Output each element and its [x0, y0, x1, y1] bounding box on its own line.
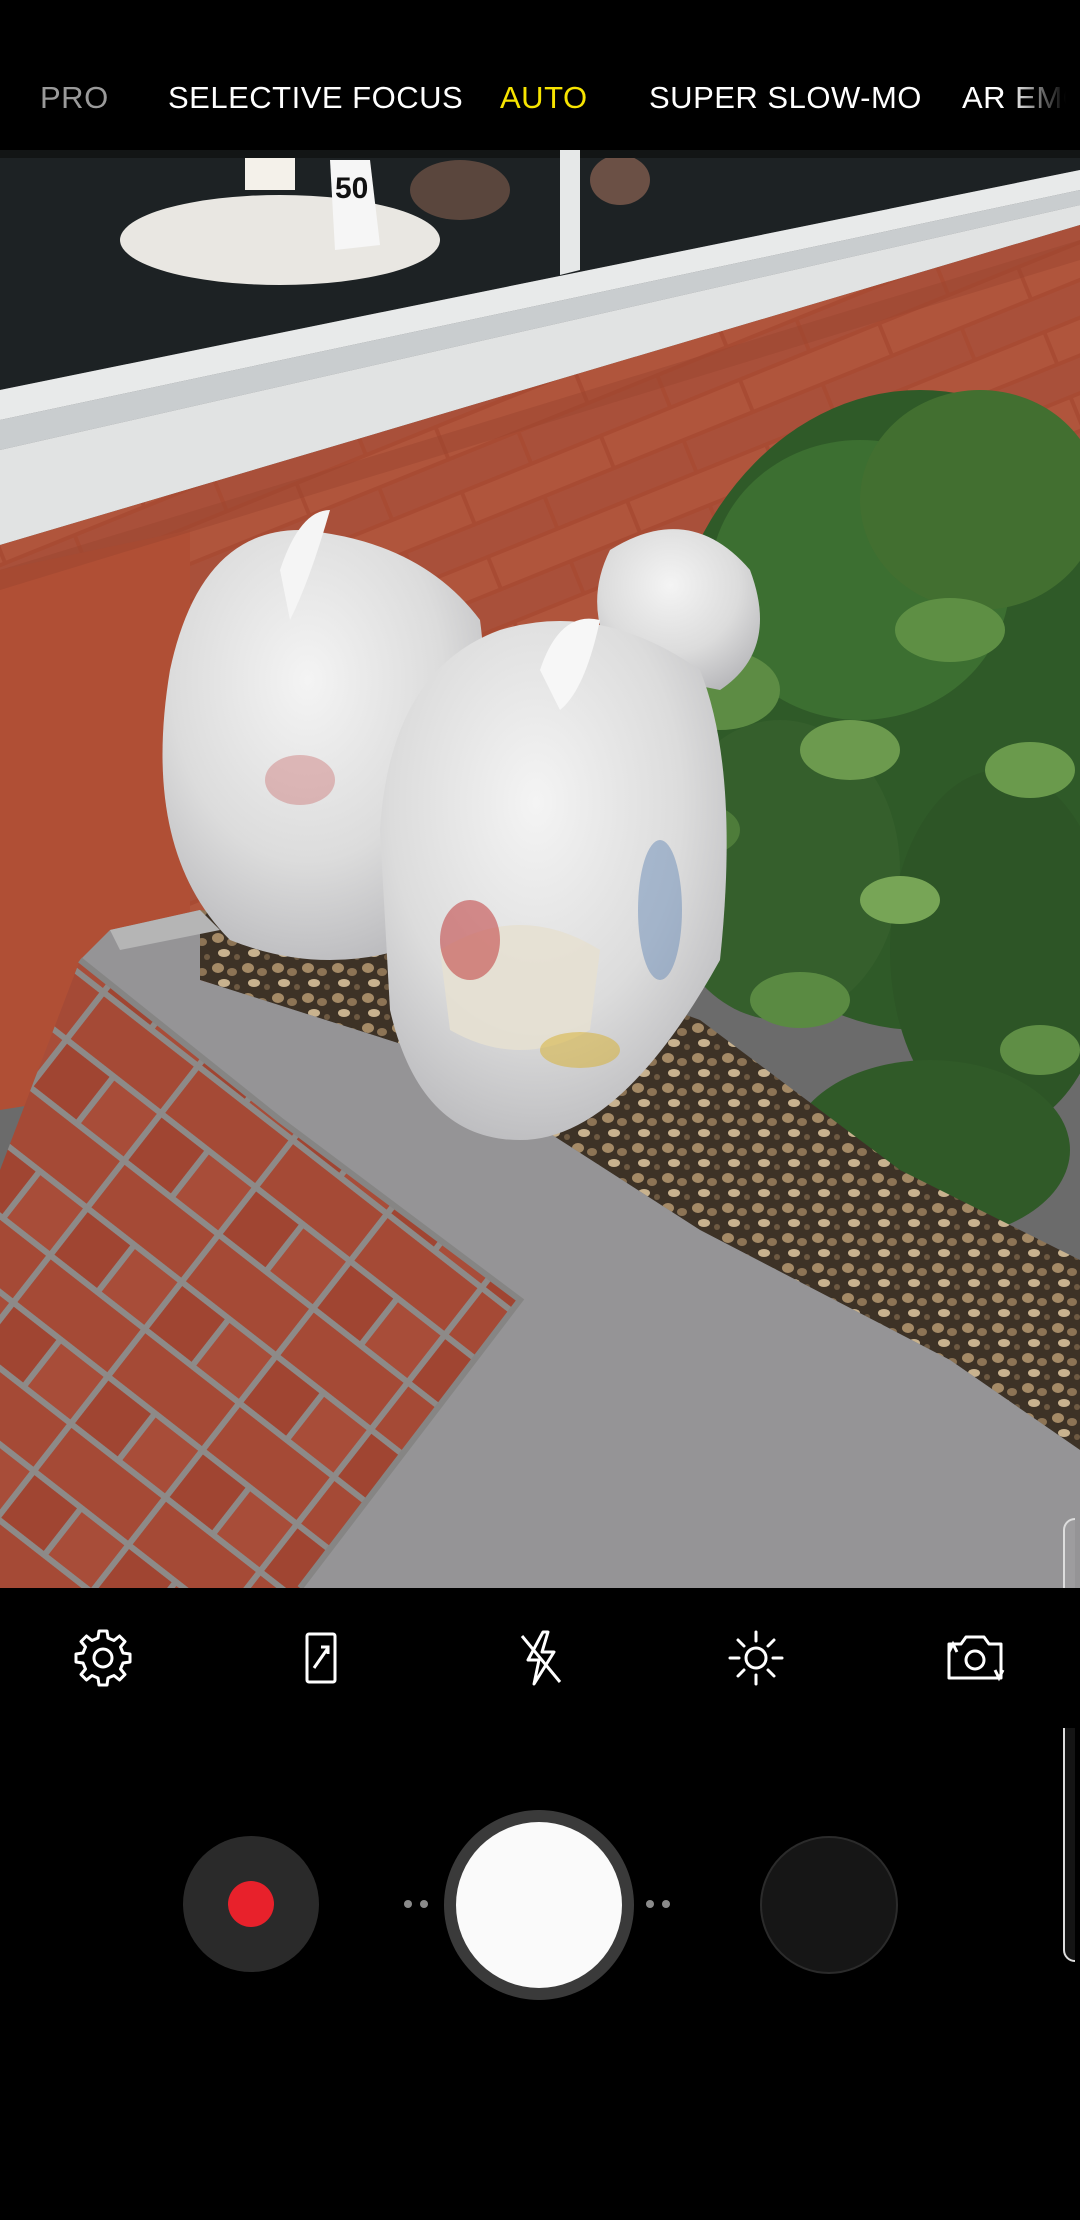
- camera-viewfinder[interactable]: 50: [0, 150, 1080, 1588]
- gallery-thumbnail[interactable]: [760, 1836, 898, 1974]
- edge-panel-handle[interactable]: [1063, 1518, 1075, 1962]
- swipe-indicator-dot: [404, 1900, 412, 1908]
- mode-pro[interactable]: PRO: [40, 80, 109, 116]
- viewfinder-scene: 50: [0, 150, 1080, 1588]
- table-number-sign: 50: [335, 172, 368, 205]
- swipe-indicator-dot: [420, 1900, 428, 1908]
- filter-effects-icon: [728, 1630, 784, 1686]
- switch-camera-button[interactable]: [935, 1618, 1015, 1698]
- aspect-ratio-button[interactable]: [280, 1618, 360, 1698]
- switch-camera-icon: [947, 1635, 1005, 1682]
- camera-mode-bar: PRO SELECTIVE FOCUS AUTO SUPER SLOW-MO A…: [0, 0, 1080, 150]
- shutter-button[interactable]: [444, 1810, 634, 2000]
- record-video-button[interactable]: [183, 1836, 319, 1972]
- mode-super-slow-mo[interactable]: SUPER SLOW-MO: [649, 80, 922, 116]
- swipe-indicator-dot: [646, 1900, 654, 1908]
- mode-selective-focus[interactable]: SELECTIVE FOCUS: [168, 80, 463, 116]
- swipe-indicator-dot: [662, 1900, 670, 1908]
- mode-bar-fade: [1010, 70, 1080, 130]
- effects-button[interactable]: [716, 1618, 796, 1698]
- flash-off-icon: [520, 1630, 562, 1686]
- flash-button[interactable]: [500, 1618, 580, 1698]
- settings-button[interactable]: [63, 1618, 143, 1698]
- mode-auto[interactable]: AUTO: [500, 80, 588, 116]
- shutter-core: [456, 1822, 622, 1988]
- aspect-ratio-icon: [305, 1632, 337, 1684]
- record-icon: [228, 1881, 274, 1927]
- quick-settings-bar: [0, 1588, 1080, 1728]
- gear-icon: [74, 1629, 132, 1687]
